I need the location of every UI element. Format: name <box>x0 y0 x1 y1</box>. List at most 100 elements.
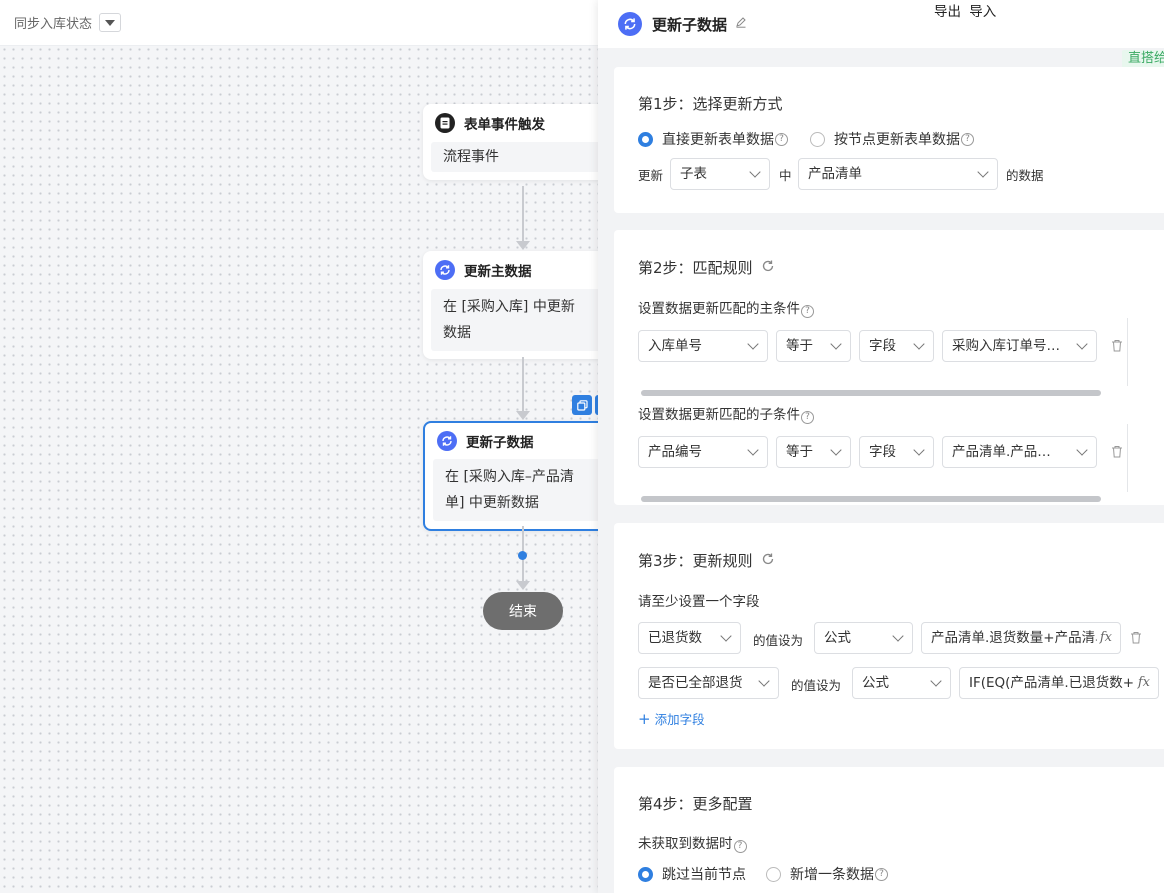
edit-title-icon[interactable] <box>735 16 747 32</box>
radio-direct-update[interactable]: 直接更新表单数据? <box>638 129 788 149</box>
label-text: 设置数据更新匹配的子条件 <box>638 407 800 423</box>
sub-cond-field-select[interactable]: 产品编号 <box>638 436 768 468</box>
add-node-dot[interactable] <box>518 551 527 560</box>
select-value: 产品编号 <box>648 444 702 460</box>
chevron-down-icon <box>747 444 759 456</box>
select-value: 字段 <box>869 444 896 460</box>
formula-text: 产品清单.退货数量+产品清单 <box>931 630 1109 646</box>
main-cond-op-select[interactable]: 等于 <box>776 330 851 362</box>
main-cond-field-select[interactable]: 入库单号 <box>638 330 768 362</box>
table-type-select[interactable]: 子表 <box>670 158 770 190</box>
select-value: 等于 <box>786 338 813 354</box>
chevron-down-icon <box>913 338 925 350</box>
add-field-button[interactable]: + 添加字段 <box>638 709 705 728</box>
help-icon[interactable]: ? <box>775 132 788 146</box>
step4-card: 第4步：更多配置 未获取到数据时? 跳过当前节点 新增一条数据? <box>614 767 1164 893</box>
step2-title-row: 第2步：匹配规则 <box>638 257 775 278</box>
panel-title: 更新子数据 <box>652 15 728 34</box>
chevron-down-icon <box>747 338 759 350</box>
radio-node-update[interactable]: 按节点更新表单数据? <box>810 129 974 149</box>
copy-node-button[interactable] <box>572 395 592 415</box>
radio-unchecked-icon <box>766 866 781 882</box>
radio-label: 跳过当前节点 <box>662 867 746 883</box>
chevron-down-icon <box>977 166 989 178</box>
horizontal-scrollbar[interactable] <box>641 390 1101 396</box>
chevron-down-icon <box>1076 338 1088 350</box>
chevron-down-icon <box>749 166 761 178</box>
sub-cond-type-select[interactable]: 字段 <box>859 436 934 468</box>
help-icon[interactable]: ? <box>801 411 814 424</box>
select-value: 是否已全部退货 <box>648 675 743 691</box>
trash-icon[interactable] <box>1130 631 1142 644</box>
formula-text: IF(EQ(产品清单.已退货数+ <box>969 675 1135 691</box>
connector <box>522 357 524 412</box>
radio-label: 直接更新表单数据 <box>662 132 774 148</box>
radio-add-data[interactable]: 新增一条数据? <box>766 864 888 884</box>
sub-cond-label: 设置数据更新匹配的子条件? <box>638 403 814 424</box>
step1-card: 第1步：选择更新方式 直接更新表单数据? 按节点更新表单数据? 更新 子表 中 … <box>614 67 1164 213</box>
chevron-down-icon <box>892 630 904 642</box>
step3-hint: 请至少设置一个字段 <box>638 594 760 610</box>
trigger-node[interactable]: 表单事件触发 流程事件 <box>423 104 613 180</box>
refresh-icon[interactable] <box>761 552 775 570</box>
main-cond-type-select[interactable]: 字段 <box>859 330 934 362</box>
radio-label: 新增一条数据 <box>790 867 874 883</box>
rule2-formula-input[interactable]: IF(EQ(产品清单.已退货数+ fx <box>959 667 1159 699</box>
select-value: 子表 <box>680 166 707 182</box>
sub-cond-value-select[interactable]: 产品清单.产品… <box>942 436 1097 468</box>
divider <box>1127 424 1128 492</box>
workflow-menu-dropdown[interactable] <box>99 13 122 32</box>
select-value: 等于 <box>786 444 813 460</box>
connector-arrow-icon <box>516 411 530 420</box>
step3-title-row: 第3步：更新规则 <box>638 550 775 571</box>
select-value: 公式 <box>824 630 851 646</box>
fx-icon[interactable]: fx <box>1134 668 1150 698</box>
import-link[interactable]: 导入 <box>969 4 996 20</box>
trash-icon[interactable] <box>1111 339 1123 352</box>
copy-icon <box>576 399 588 411</box>
document-icon <box>435 113 455 133</box>
update-main-node[interactable]: 更新主数据 在 [采购入库] 中更新数据 <box>423 251 613 359</box>
rule1-formula-input[interactable]: 产品清单.退货数量+产品清单 fx <box>921 622 1121 654</box>
chevron-down-icon <box>930 675 942 687</box>
table-name-select[interactable]: 产品清单 <box>798 158 998 190</box>
select-value: 公式 <box>862 675 889 691</box>
update-sub-node[interactable]: 更新子数据 在 [采购入库–产品清单] 中更新数据 <box>423 421 615 531</box>
divider <box>1127 318 1128 386</box>
suffix-label: 的数据 <box>1006 168 1044 183</box>
rule2-field-select[interactable]: 是否已全部退货 <box>638 667 779 699</box>
trash-icon[interactable] <box>1111 445 1123 458</box>
radio-skip-node[interactable]: 跳过当前节点 <box>638 864 746 884</box>
connector-arrow-icon <box>516 581 530 590</box>
end-node[interactable]: 结束 <box>483 592 563 630</box>
rule1-mode-select[interactable]: 公式 <box>814 622 913 654</box>
select-value: 字段 <box>869 338 896 354</box>
rule2-mode-select[interactable]: 公式 <box>852 667 951 699</box>
step4-title: 第4步：更多配置 <box>638 795 753 813</box>
help-icon[interactable]: ? <box>961 132 974 146</box>
node-body: 在 [采购入库–产品清单] 中更新数据 <box>445 469 574 511</box>
help-icon[interactable]: ? <box>875 867 888 881</box>
sub-cond-op-select[interactable]: 等于 <box>776 436 851 468</box>
refresh-icon[interactable] <box>761 259 775 277</box>
export-link[interactable]: 导出 <box>934 4 961 20</box>
fx-icon[interactable]: fx <box>1096 623 1112 653</box>
connector-arrow-icon <box>516 241 530 250</box>
node-title: 表单事件触发 <box>464 117 545 133</box>
help-icon[interactable]: ? <box>733 840 747 853</box>
chevron-down-icon <box>1076 444 1088 456</box>
rule1-field-select[interactable]: 已退货数 <box>638 622 741 654</box>
select-value: 产品清单 <box>808 166 862 182</box>
chevron-down-icon <box>720 630 732 642</box>
not-found-label: 未获取到数据时? <box>638 832 747 853</box>
main-cond-value-select[interactable]: 采购入库订单号… <box>942 330 1097 362</box>
help-icon[interactable]: ? <box>801 305 814 318</box>
horizontal-scrollbar[interactable] <box>641 496 1101 502</box>
node-body: 在 [采购入库] 中更新数据 <box>443 299 575 341</box>
sync-icon <box>437 431 457 451</box>
node-title: 更新主数据 <box>464 264 532 280</box>
step2-card: 第2步：匹配规则 设置数据更新匹配的主条件? 入库单号 等于 字段 采购入库订单… <box>614 230 1164 505</box>
select-value: 入库单号 <box>648 338 702 354</box>
connector <box>522 186 524 241</box>
sync-icon <box>435 260 455 280</box>
